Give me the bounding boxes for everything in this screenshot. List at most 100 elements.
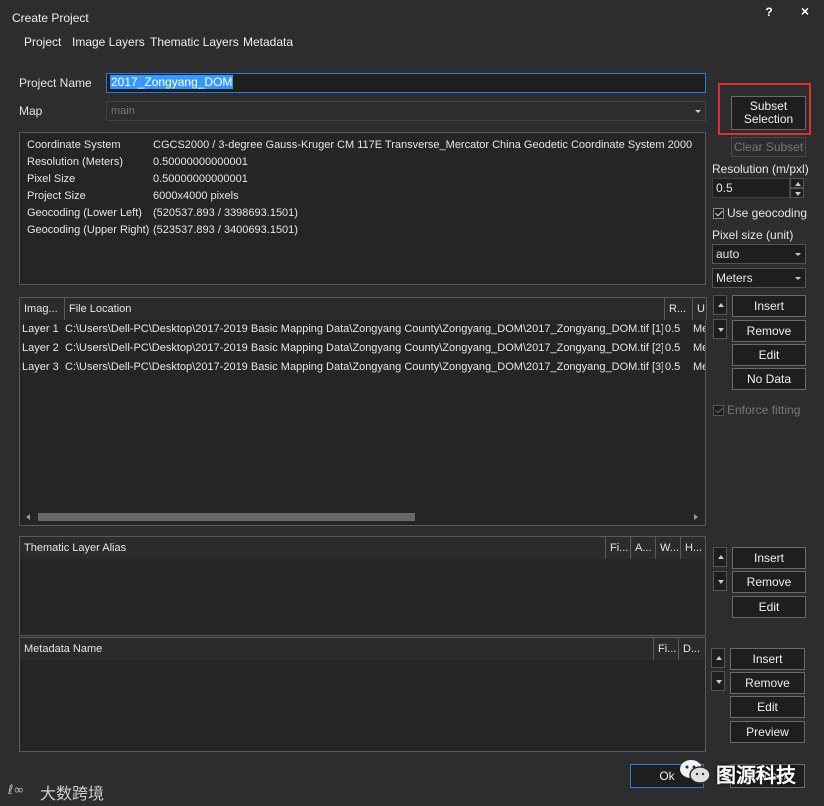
chevron-down-icon: [795, 253, 801, 256]
window-title: Create Project: [12, 11, 89, 25]
move-up-button[interactable]: [713, 295, 727, 315]
unit-select[interactable]: Meters: [712, 268, 806, 288]
column-header[interactable]: H...: [681, 537, 705, 559]
column-header[interactable]: W...: [656, 537, 681, 559]
table-row[interactable]: Layer 3 C:\Users\Dell-PC\Desktop\2017-20…: [20, 359, 705, 377]
move-up-button[interactable]: [713, 547, 727, 567]
file-location: C:\Users\Dell-PC\Desktop\2017-2019 Basic…: [65, 323, 663, 335]
column-header[interactable]: U: [693, 298, 707, 320]
info-key: Project Size: [27, 190, 86, 202]
column-header[interactable]: A...: [631, 537, 656, 559]
info-value: (520537.893 / 3398693.1501): [153, 207, 298, 219]
project-name-input[interactable]: 2017_Zongyang_DOM: [106, 73, 706, 93]
unit-cell: Me: [693, 361, 705, 373]
menu-project[interactable]: Project: [24, 35, 61, 49]
column-header[interactable]: File Location: [65, 298, 665, 320]
layer-name: Layer 3: [22, 361, 59, 373]
info-key: Resolution (Meters): [27, 156, 123, 168]
thematic-remove-button[interactable]: Remove: [732, 571, 806, 593]
info-value: CGCS2000 / 3-degree Gauss-Kruger CM 117E…: [153, 139, 693, 151]
table-row[interactable]: Layer 1 C:\Users\Dell-PC\Desktop\2017-20…: [20, 321, 705, 339]
layer-name: Layer 1: [22, 323, 59, 335]
map-select-value: main: [111, 105, 135, 117]
column-header[interactable]: R...: [665, 298, 693, 320]
info-key: Pixel Size: [27, 173, 76, 185]
layer-name: Layer 2: [22, 342, 59, 354]
horizontal-scrollbar[interactable]: [20, 509, 705, 525]
menu-metadata[interactable]: Metadata: [243, 35, 293, 49]
no-data-button[interactable]: No Data: [732, 368, 806, 390]
column-header[interactable]: Fi...: [654, 638, 679, 660]
move-down-button[interactable]: [713, 319, 727, 339]
enforce-fitting-checkbox[interactable]: [713, 405, 724, 416]
wechat-icon: [678, 757, 712, 787]
unit-value: Meters: [716, 271, 753, 285]
scroll-right-icon[interactable]: [694, 514, 698, 520]
image-remove-button[interactable]: Remove: [732, 320, 806, 342]
image-layers-table: Imag... File Location R... U Layer 1 C:\…: [19, 297, 707, 526]
pixel-size-value: auto: [716, 247, 740, 261]
info-value: (523537.893 / 3400693.1501): [153, 224, 298, 236]
info-key: Coordinate System: [27, 139, 121, 151]
resolution-spin-down[interactable]: [790, 188, 804, 198]
image-insert-button[interactable]: Insert: [732, 295, 806, 317]
column-header[interactable]: Metadata Name: [20, 638, 654, 660]
info-value: 0.50000000000001: [153, 173, 248, 185]
move-down-button[interactable]: [711, 671, 725, 691]
metadata-edit-button[interactable]: Edit: [730, 696, 805, 718]
column-header[interactable]: Fi...: [606, 537, 631, 559]
metadata-insert-button[interactable]: Insert: [730, 648, 805, 670]
info-key: Geocoding (Upper Right): [27, 224, 150, 236]
watermark-logo-icon: ℓ∞: [7, 779, 38, 799]
table-row[interactable]: Layer 2 C:\Users\Dell-PC\Desktop\2017-20…: [20, 340, 705, 358]
move-down-button[interactable]: [713, 571, 727, 591]
scroll-left-icon[interactable]: [26, 514, 30, 520]
unit-cell: Me: [693, 342, 705, 354]
thematic-edit-button[interactable]: Edit: [732, 596, 806, 618]
file-location: C:\Users\Dell-PC\Desktop\2017-2019 Basic…: [65, 342, 663, 354]
column-header[interactable]: Thematic Layer Alias: [20, 537, 606, 559]
thematic-insert-button[interactable]: Insert: [732, 547, 806, 569]
chevron-down-icon: [795, 277, 801, 280]
map-select[interactable]: main: [106, 101, 706, 121]
clear-subset-button[interactable]: Clear Subset: [731, 137, 806, 157]
metadata-preview-button[interactable]: Preview: [730, 721, 805, 743]
resolution-cell: 0.5: [665, 342, 681, 354]
menu-thematic-layers[interactable]: Thematic Layers: [150, 35, 239, 49]
thematic-layers-table: Thematic Layer Alias Fi... A... W... H..…: [19, 536, 706, 636]
title-bar: [0, 0, 824, 32]
unit-cell: Me: [693, 323, 705, 335]
resolution-cell: 0.5: [665, 323, 681, 335]
column-header[interactable]: D...: [679, 638, 705, 660]
chevron-down-icon: [695, 110, 701, 113]
help-button[interactable]: ?: [758, 5, 780, 21]
image-edit-button[interactable]: Edit: [732, 344, 806, 366]
pixel-size-label: Pixel size (unit): [712, 228, 794, 242]
scrollbar-thumb[interactable]: [38, 513, 415, 521]
menu-image-layers[interactable]: Image Layers: [72, 35, 145, 49]
project-info-panel: Coordinate System CGCS2000 / 3-degree Ga…: [19, 132, 706, 285]
use-geocoding-checkbox[interactable]: [713, 208, 724, 219]
resolution-spin-up[interactable]: [790, 178, 804, 188]
project-name-value: 2017_Zongyang_DOM: [110, 75, 234, 89]
move-up-button[interactable]: [711, 648, 725, 668]
map-label: Map: [19, 104, 43, 118]
metadata-remove-button[interactable]: Remove: [730, 672, 805, 694]
project-name-label: Project Name: [19, 76, 92, 90]
metadata-table: Metadata Name Fi... D...: [19, 637, 706, 752]
info-value: 6000x4000 pixels: [153, 190, 239, 202]
info-key: Geocoding (Lower Left): [27, 207, 142, 219]
subset-selection-button[interactable]: Subset Selection: [731, 96, 806, 130]
resolution-cell: 0.5: [665, 361, 681, 373]
close-button[interactable]: ×: [794, 3, 816, 19]
info-value: 0.50000000000001: [153, 156, 248, 168]
column-header[interactable]: Imag...: [20, 298, 65, 320]
resolution-label: Resolution (m/pxl): [712, 162, 809, 176]
watermark-left: 大数跨境: [40, 784, 105, 803]
pixel-size-select[interactable]: auto: [712, 244, 806, 264]
svg-text:ℓ∞: ℓ∞: [8, 783, 24, 798]
resolution-input[interactable]: 0.5: [712, 178, 790, 198]
enforce-fitting-label: Enforce fitting: [727, 403, 801, 417]
file-location: C:\Users\Dell-PC\Desktop\2017-2019 Basic…: [65, 361, 663, 373]
watermark-right: 图源科技: [716, 763, 796, 787]
